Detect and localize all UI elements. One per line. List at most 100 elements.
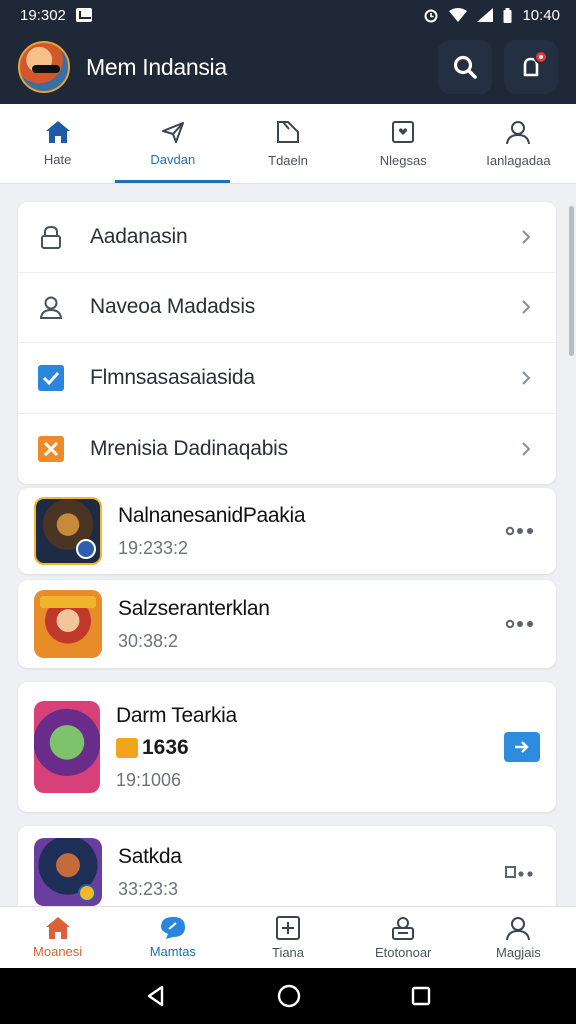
tab-label: Ianlagadaa [486, 153, 551, 168]
chat-bubble-icon [160, 917, 185, 939]
app-info: Satkda 33:23:3 [118, 845, 500, 900]
app-name: Satkda [118, 844, 182, 868]
lock-icon [41, 225, 61, 249]
signal-icon [477, 8, 494, 22]
app-thumbnail [34, 701, 100, 793]
status-time-right: 10:40 [522, 6, 560, 24]
more-options-button[interactable] [500, 516, 540, 546]
menu-label: Aadanasin [90, 224, 188, 248]
settings-menu: Aadanasin Naveoa Madadsis Flmnsasasaiasi… [18, 202, 556, 484]
person-icon [506, 917, 531, 941]
nav-item-etotonoar[interactable]: Etotonoar [346, 907, 461, 968]
tab-ianlagadaa[interactable]: Ianlagadaa [461, 104, 576, 183]
tab-tdaeln[interactable]: Tdaeln [230, 104, 345, 183]
recents-icon[interactable] [410, 985, 432, 1007]
checkbox-icon [38, 364, 64, 391]
scrollbar[interactable] [569, 206, 574, 356]
home-icon [45, 917, 70, 939]
bottom-navigation: Moanesi Mamtas Tiana Etotonoar Magjais [0, 906, 576, 968]
search-button[interactable] [438, 40, 492, 94]
home-icon [45, 121, 70, 143]
tab-label: Tdaeln [268, 153, 308, 168]
nav-label: Magjais [496, 945, 541, 960]
tab-label: Hate [43, 152, 72, 167]
more-dots-icon [505, 526, 533, 536]
nav-label: Mamtas [149, 944, 196, 959]
app-thumbnail [34, 497, 102, 565]
heart-square-icon [392, 121, 415, 143]
app-bar: Mem Indansia [0, 30, 576, 104]
home-circle-icon[interactable] [276, 983, 302, 1009]
tab-home[interactable]: Hate [0, 104, 115, 183]
open-app-button[interactable] [504, 732, 540, 762]
app-info: Darm Tearkia 1636 19:1006 [116, 704, 504, 791]
tab-nlegsas[interactable]: Nlegsas [346, 104, 461, 183]
app-title: Mem Indansia [86, 53, 227, 80]
battery-icon [503, 7, 512, 23]
menu-label: Naveoa Madadsis [90, 295, 256, 319]
wifi-icon [449, 8, 468, 22]
status-right: 10:40 [423, 7, 560, 24]
menu-item-naveoa-madadsis[interactable]: Naveoa Madadsis [18, 273, 556, 343]
nav-item-magjais[interactable]: Magjais [461, 907, 576, 968]
tag-icon [277, 121, 299, 143]
price-tag-icon [116, 737, 138, 758]
app-thumbnail [34, 838, 102, 906]
nav-item-tiana[interactable]: Tiana [230, 907, 345, 968]
chevron-right-icon [522, 371, 531, 385]
more-options-button[interactable] [500, 857, 540, 887]
app-meta: 33:23:3 [118, 878, 179, 899]
chevron-right-icon [522, 300, 531, 314]
back-icon[interactable] [144, 984, 168, 1008]
menu-item-mrenisia-dadinaqabis[interactable]: Mrenisia Dadinaqabis [18, 414, 556, 485]
app-name: NalnanesanidPaakia [118, 503, 306, 527]
badge-icon [392, 917, 415, 940]
status-time-left: 19:302 [20, 6, 66, 24]
person-icon [506, 121, 531, 145]
nav-item-mamtas[interactable]: Mamtas [115, 907, 230, 968]
app-meta: 19:1006 [116, 769, 182, 790]
alarm-icon [424, 9, 438, 23]
app-price: 1636 [116, 736, 504, 760]
plus-square-icon [276, 916, 300, 940]
app-card[interactable]: Salzseranterklan 30:38:2 [18, 580, 556, 668]
app-name: Darm Tearkia [116, 703, 237, 727]
nav-label: Moanesi [33, 944, 83, 959]
tab-bar: Hate Davdan Tdaeln Nlegsas Ianlagadaa [0, 104, 576, 184]
search-icon [453, 55, 477, 79]
menu-label: Flmnsasasaiasida [90, 365, 255, 389]
chevron-right-icon [522, 442, 531, 456]
avatar[interactable] [18, 41, 70, 93]
notification-badge [534, 50, 548, 64]
tab-label: Nlegsas [379, 153, 427, 168]
nav-item-moanesi[interactable]: Moanesi [0, 907, 115, 968]
notifications-button[interactable] [504, 40, 558, 94]
status-left: 19:302 [20, 7, 92, 24]
app-name: Salzseranterklan [118, 596, 270, 620]
app-meta: 30:38:2 [118, 630, 179, 651]
status-bar: 19:302 10:40 [0, 0, 576, 30]
more-options-button[interactable] [500, 609, 540, 639]
tab-label: Davdan [150, 152, 196, 167]
menu-label: Mrenisia Dadinaqabis [90, 436, 288, 460]
nav-label: Etotonoar [375, 945, 432, 960]
user-icon [39, 296, 63, 320]
menu-item-aadanasin[interactable]: Aadanasin [18, 202, 556, 273]
arrow-right-icon [515, 741, 529, 753]
menu-item-flmnsasasaiasida[interactable]: Flmnsasasaiasida [18, 343, 556, 414]
more-dots-icon [505, 619, 533, 629]
tab-davdan[interactable]: Davdan [115, 104, 231, 183]
app-info: NalnanesanidPaakia 19:233:2 [118, 504, 500, 559]
app-card[interactable]: Darm Tearkia 1636 19:1006 [18, 682, 556, 812]
system-navigation-bar [0, 968, 576, 1024]
price-value: 1636 [142, 735, 189, 759]
chevron-right-icon [522, 230, 531, 244]
app-info: Salzseranterklan 30:38:2 [118, 597, 500, 652]
nav-label: Tiana [271, 945, 305, 960]
app-card[interactable]: NalnanesanidPaakia 19:233:2 [18, 488, 556, 574]
more-dots-icon [505, 866, 533, 878]
app-meta: 19:233:2 [118, 537, 189, 558]
notification-icon [75, 8, 92, 22]
app-card[interactable]: Satkda 33:23:3 [18, 826, 556, 918]
close-box-icon [38, 435, 64, 462]
